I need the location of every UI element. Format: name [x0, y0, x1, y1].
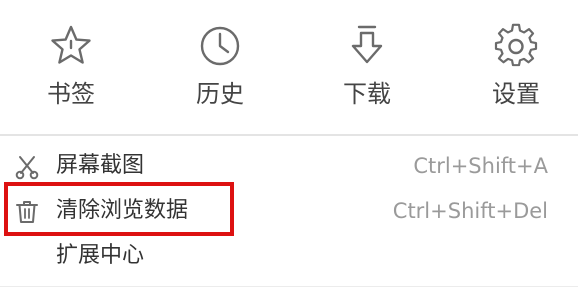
scissors-icon [14, 154, 40, 180]
history-button[interactable]: 历史 [170, 14, 270, 124]
menu-item-label: 扩展中心 [56, 243, 145, 268]
menu-item-label: 清除浏览数据 [56, 198, 189, 223]
bookmarks-label: 书签 [47, 80, 95, 108]
bottom-divider [0, 286, 578, 287]
menu-item-shortcut: Ctrl+Shift+A [413, 154, 548, 178]
history-label: 历史 [196, 80, 244, 108]
clock-icon [196, 22, 244, 70]
downloads-label: 下载 [343, 80, 391, 108]
download-icon [343, 22, 391, 70]
menu-divider [0, 134, 578, 136]
menu-item-label: 屏幕截图 [56, 153, 145, 178]
star-icon [47, 22, 95, 70]
menu-item-shortcut: Ctrl+Shift+Del [392, 199, 548, 223]
menu-item-screenshot[interactable]: 屏幕截图 Ctrl+Shift+A [0, 145, 578, 189]
settings-button[interactable]: 设置 [466, 14, 566, 124]
gear-icon [492, 22, 540, 70]
downloads-button[interactable]: 下载 [317, 14, 417, 124]
menu-item-extensions[interactable]: 扩展中心 [0, 235, 578, 279]
settings-label: 设置 [492, 80, 540, 108]
menu-item-clear-browsing-data[interactable]: 清除浏览数据 Ctrl+Shift+Del [0, 190, 578, 234]
browser-menu-toolbar: 书签 历史 下载 设置 [0, 0, 578, 134]
bookmarks-button[interactable]: 书签 [21, 14, 121, 124]
trash-icon [14, 199, 40, 225]
